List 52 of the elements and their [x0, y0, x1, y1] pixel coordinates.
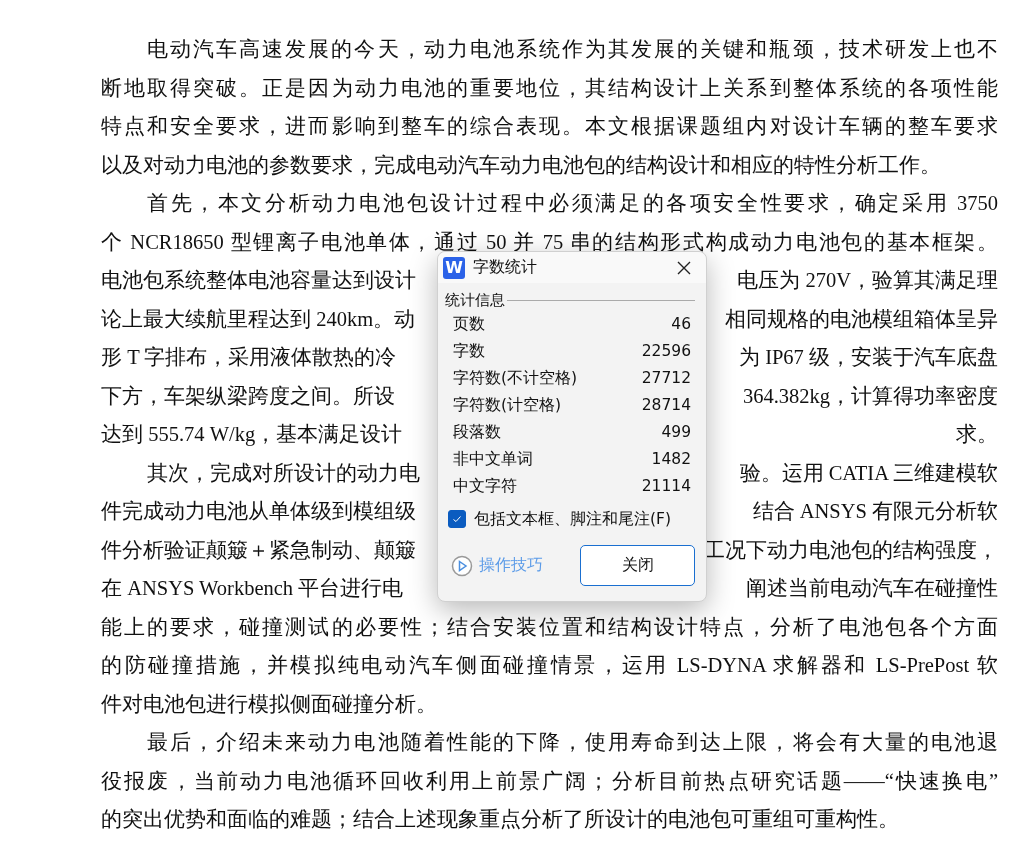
text-line: 364.382kg，计算得功率密度 — [742, 386, 998, 408]
stat-value: 28714 — [641, 395, 691, 416]
text-line: 件分析验证颠簸＋紧急制动、颠簸 — [101, 540, 416, 562]
text-line: 特点和安全要求，进而影响到整车的综合表现。本文根据课题组内对设计车辆的整车要求 — [101, 116, 998, 138]
text-line: 下方，车架纵梁跨度之间。所设 — [101, 386, 395, 408]
stat-value: 22596 — [641, 341, 691, 362]
text-line: 论上最大续航里程达到 240km。动 — [101, 309, 416, 331]
stat-label: 字符数(不计空格) — [453, 368, 578, 389]
stat-label: 非中文单词 — [453, 449, 533, 470]
close-button[interactable]: 关闭 — [580, 545, 695, 586]
text-line: 达到 555.74 W/kg，基本满足设计 — [101, 424, 403, 446]
stat-value: 46 — [671, 314, 691, 335]
stat-value: 27712 — [641, 368, 691, 389]
text-line: 电池包系统整体电池容量达到设计 — [101, 270, 416, 292]
text-line: 验。运用 CATIA 三维建模软 — [739, 463, 998, 485]
text-line: 阐述当前电动汽车在碰撞性 — [746, 578, 998, 600]
text-line: 首先，本文分析动力电池包设计过程中必须满足的各项安全性要求，确定采用 3750 — [147, 193, 998, 215]
text-line: 役报废，当前动力电池循环回收利用上前景广阔；分析目前热点研究话题——“快速换电” — [101, 771, 998, 793]
text-line: 件完成动力电池从单体级到模组级 — [101, 501, 416, 523]
stat-label: 页数 — [453, 314, 485, 335]
text-line: 在 ANSYS Workbench 平台进行电 — [101, 578, 404, 600]
text-line: 结合 ANSYS 有限元分析软 — [752, 501, 998, 523]
text-line: 电压为 270V，验算其满足理 — [737, 270, 998, 292]
text-line: 个 NCR18650 型锂离子电池单体，通过 50 并 75 串的结构形式构成动力电池包的基本框架。 — [101, 232, 998, 254]
stat-label: 段落数 — [453, 422, 501, 443]
text-line: 其次，完成对所设计的动力电 — [147, 463, 420, 485]
group-title: 统计信息 — [445, 290, 505, 310]
text-line: 件对电池包进行模拟侧面碰撞分析。 — [101, 694, 438, 716]
text-line: 最后，介绍未来动力电池随着性能的下降，使用寿命到达上限，将会有大量的电池退 — [147, 732, 998, 754]
dialog-title: 字数统计 — [473, 257, 538, 278]
play-icon — [451, 554, 473, 577]
text-line: 能上的要求，碰撞测试的必要性；结合安装位置和结构设计特点，分析了电池包各个方面 — [101, 617, 998, 639]
text-line: 电动汽车高速发展的今天，动力电池系统作为其发展的关键和瓶颈，技术研发上也不 — [147, 39, 998, 61]
app-icon: W — [443, 256, 465, 279]
checkbox-label: 包括文本框、脚注和尾注(F) — [474, 508, 671, 530]
text-line: 的突出优势和面临的难题；结合上述现象重点分析了所设计的电池包可重组可重构性。 — [101, 809, 900, 831]
close-icon[interactable] — [676, 259, 692, 276]
text-line: 以及对动力电池的参数要求，完成电动汽车动力电池包的结构设计和相应的特性分析工作。 — [101, 155, 942, 177]
checkbox[interactable] — [448, 510, 466, 528]
stat-label: 字符数(计空格) — [453, 395, 562, 416]
text-line: 断地取得突破。正是因为动力电池的重要地位，其结构设计上关系到整体系统的各项性能 — [101, 78, 998, 100]
stat-label: 字数 — [453, 341, 485, 362]
stat-value: 1482 — [651, 449, 691, 470]
text-line: 的防碰撞措施，并模拟纯电动汽车侧面碰撞情景，运用 LS-DYNA 求解器和 LS-PrePost 软 — [101, 655, 998, 677]
check-icon — [451, 513, 463, 525]
text-line: 为 IP67 级，安装于汽车底盘 — [739, 347, 998, 369]
text-line: 形 T 字排布，采用液体散热的冷 — [101, 347, 397, 369]
stat-label: 中文字符 — [453, 476, 517, 497]
text-line: 求。 — [956, 424, 998, 446]
text-line: 相同规格的电池模组箱体呈异 — [725, 309, 998, 331]
stat-value: 21114 — [641, 476, 691, 497]
stat-value: 499 — [661, 422, 691, 443]
